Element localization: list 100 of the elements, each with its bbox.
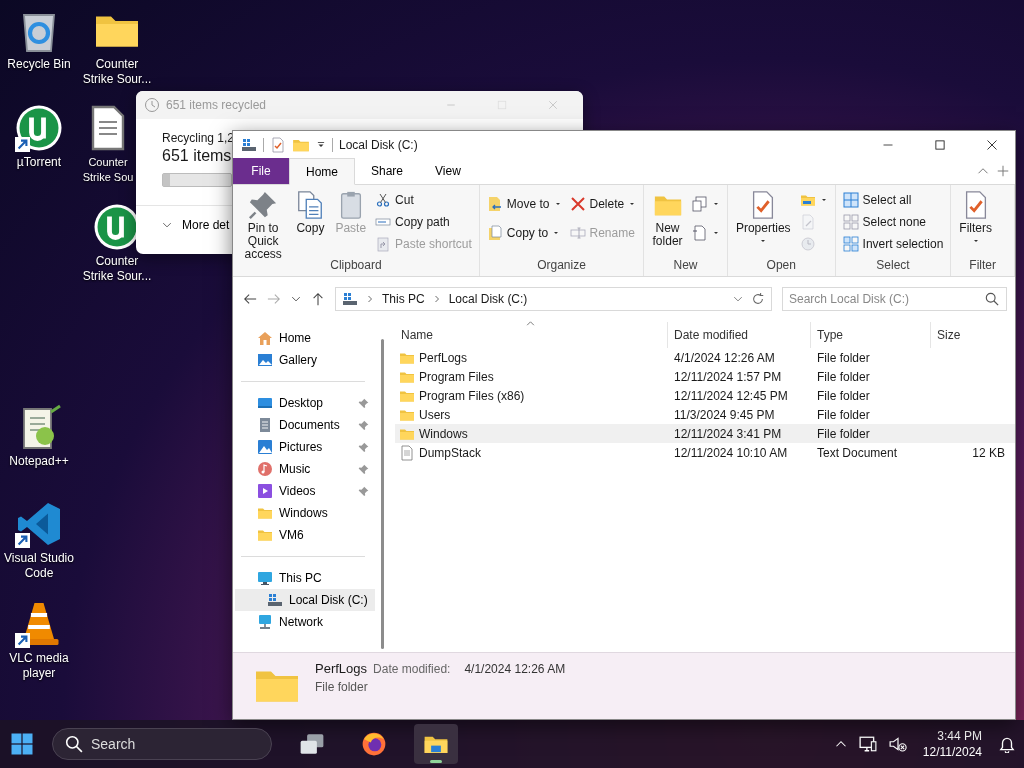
ribbon-tab[interactable]: Home — [289, 158, 355, 185]
ribbon-button[interactable]: Select all — [839, 189, 947, 211]
ribbon-button[interactable]: New folder — [648, 187, 687, 251]
help-plus-icon[interactable] — [997, 165, 1009, 177]
details-value: 4/1/2024 12:26 AM — [464, 662, 566, 676]
stacked-windows-icon — [299, 731, 325, 757]
desktop-icon-label[interactable]: Recycle Bin — [7, 57, 71, 72]
nav-item[interactable]: Desktop — [235, 392, 375, 414]
search-icon — [985, 292, 999, 306]
refresh-icon[interactable] — [751, 292, 765, 306]
properties-icon[interactable] — [270, 136, 286, 153]
taskbar-app-button[interactable] — [414, 724, 458, 764]
type-cell: File folder — [817, 369, 870, 384]
ribbon-button[interactable]: Cut — [372, 189, 475, 211]
nav-item[interactable]: Network — [235, 611, 375, 633]
file-name: Program Files (x86) — [419, 388, 525, 403]
document-icon — [399, 444, 415, 461]
type-cell: File folder — [817, 350, 870, 365]
scrollbar-thumb[interactable] — [380, 339, 384, 649]
file-row[interactable]: Program Files 12/11/2024 1:57 PM File folder — [395, 367, 1015, 386]
desktop-icon-label[interactable]: Visual Studio Code — [1, 551, 77, 581]
nav-item[interactable]: Gallery — [235, 349, 375, 371]
type-cell: File folder — [817, 388, 870, 403]
column-header[interactable]: Date modified — [668, 322, 811, 348]
ribbon-button[interactable]: Delete — [566, 189, 640, 218]
file-name: PerfLogs — [419, 350, 468, 365]
taskbar-search-field[interactable]: Search — [52, 728, 272, 760]
nav-item[interactable]: This PC — [235, 567, 375, 589]
up-arrow-icon[interactable] — [311, 292, 325, 306]
ribbon-button[interactable]: Pin to Quick access — [237, 187, 290, 264]
desktop-icon-label[interactable]: µTorrent — [16, 155, 62, 170]
file-name: Windows — [419, 426, 468, 441]
nav-item[interactable]: Windows — [235, 502, 375, 524]
ribbon-group-label: Select — [875, 257, 911, 274]
close-icon[interactable] — [986, 138, 998, 151]
back-arrow-icon[interactable] — [243, 292, 257, 306]
ribbon-group-label: Filter — [968, 257, 997, 274]
desktop-icon-label[interactable]: VLC media player — [1, 651, 77, 681]
drive-icon — [342, 291, 358, 307]
clock-time[interactable]: 3:44 PM — [937, 728, 982, 744]
nav-item[interactable]: Pictures — [235, 436, 375, 458]
nav-item[interactable]: Music — [235, 458, 375, 480]
monitor-icon[interactable] — [858, 735, 877, 753]
ribbon-button[interactable]: Copy to — [483, 218, 565, 247]
file-row[interactable]: Program Files (x86) 12/11/2024 12:45 PM File folder — [395, 386, 1015, 405]
nav-item[interactable]: VM6 — [235, 524, 375, 546]
start-icon[interactable] — [10, 732, 34, 756]
date-cell: 12/11/2024 10:10 AM — [674, 445, 788, 460]
forward-arrow-icon[interactable] — [267, 292, 281, 306]
desktop-icon-label[interactable]: Counter Strike Sour... — [79, 57, 155, 87]
ribbon-button[interactable]: Filters — [955, 187, 996, 248]
move-to-icon — [486, 195, 503, 212]
bell-icon[interactable] — [998, 735, 1016, 753]
drive-icon[interactable] — [241, 136, 257, 153]
address-bar[interactable]: This PC Local Disk (C:) — [335, 287, 772, 311]
pictures-icon — [257, 439, 273, 455]
type-cell: File folder — [817, 426, 870, 441]
column-header[interactable]: Name — [395, 322, 668, 348]
paste-shortcut-icon — [375, 236, 392, 252]
nav-item[interactable]: Documents — [235, 414, 375, 436]
muted-speaker-icon[interactable] — [888, 735, 907, 753]
column-header[interactable]: Type — [811, 322, 931, 348]
file-row[interactable]: PerfLogs 4/1/2024 12:26 AM File folder — [395, 348, 1015, 367]
details-type: File folder — [315, 680, 369, 694]
ribbon-button[interactable]: Copy path — [372, 211, 475, 233]
nav-item[interactable]: Videos — [235, 480, 375, 502]
column-header[interactable]: Size — [931, 322, 1011, 348]
desktop-icon-label[interactable]: Counter Strike Sour... — [79, 254, 155, 284]
chevron-right-icon — [432, 295, 441, 303]
file-row[interactable]: DumpStack 12/11/2024 10:10 AM Text Document 12 KB — [395, 443, 1015, 462]
drive-icon — [267, 592, 283, 608]
computer-icon — [257, 570, 273, 586]
maximize-icon[interactable] — [934, 138, 946, 151]
nav-item[interactable]: Home — [235, 327, 375, 349]
date-cell: 11/3/2024 9:45 PM — [674, 407, 775, 422]
breadcrumb-link[interactable]: This PC — [382, 292, 425, 306]
delete-icon — [569, 195, 586, 212]
date-cell: 12/11/2024 3:41 PM — [674, 426, 782, 441]
scissors-icon — [375, 192, 392, 208]
search-field[interactable]: Search Local Disk (C:) — [782, 287, 1007, 311]
file-row[interactable]: Users 11/3/2024 9:45 PM File folder — [395, 405, 1015, 424]
desktop-icon-label[interactable]: Notepad++ — [9, 454, 69, 469]
ribbon-tab[interactable]: View — [419, 158, 477, 184]
ribbon-button[interactable]: Properties — [731, 187, 795, 248]
ribbon-button[interactable]: Select none — [839, 211, 947, 233]
ribbon-tab[interactable]: Share — [355, 158, 420, 184]
ribbon-button[interactable]: Copy — [291, 187, 330, 238]
file-row[interactable]: Windows 12/11/2024 3:41 PM File folder — [395, 424, 1015, 443]
breadcrumb-link[interactable]: Local Disk (C:) — [448, 292, 528, 306]
more-details-button[interactable]: More det — [162, 218, 230, 232]
desktop-icon — [257, 395, 273, 411]
ribbon-tab[interactable]: File — [233, 158, 289, 184]
clock-date[interactable]: 12/11/2024 — [922, 744, 982, 760]
dropdown-caret-icon[interactable] — [733, 294, 743, 304]
nav-item[interactable]: Local Disk (C:) — [235, 589, 375, 611]
recent-caret-icon[interactable] — [291, 294, 301, 304]
ribbon-button[interactable]: Invert selection — [839, 233, 947, 255]
ribbon-button[interactable]: Move to — [483, 189, 565, 218]
network-icon — [257, 614, 273, 630]
desktop-icon-label[interactable]: Counter Strike Sou — [80, 155, 136, 185]
